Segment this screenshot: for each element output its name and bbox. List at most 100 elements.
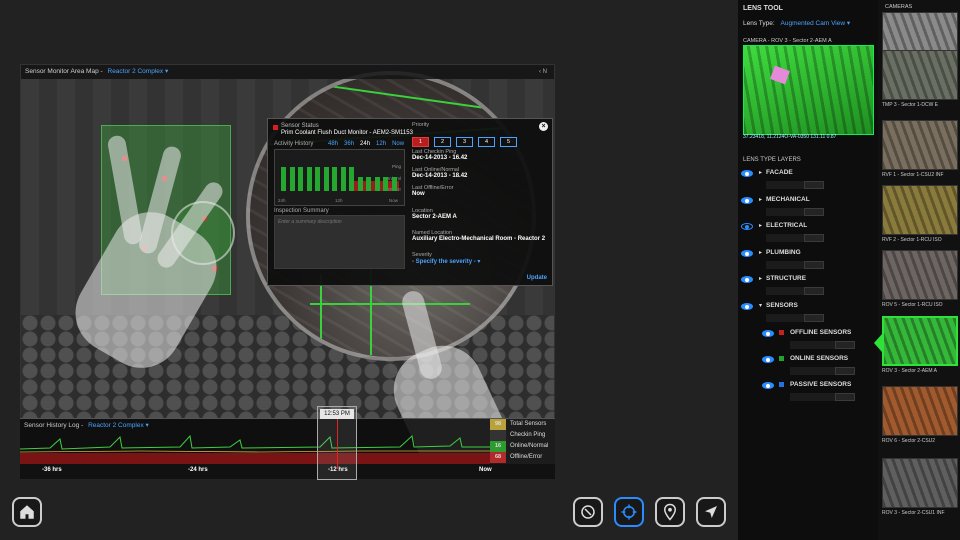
navigate-button[interactable] (696, 497, 726, 527)
eye-icon[interactable] (762, 330, 774, 337)
camera-thumbnail[interactable]: ROV 3 - Sector 2-AEM A (882, 316, 958, 374)
priority-2-button[interactable]: 2 (434, 137, 451, 147)
legend-label: Total Sensors (510, 421, 547, 427)
layer-facade[interactable]: ▸ FACADE (738, 166, 873, 190)
camera-image[interactable] (882, 386, 958, 436)
eye-icon[interactable] (741, 223, 753, 230)
camera-image[interactable] (882, 50, 958, 100)
home-button[interactable] (12, 497, 42, 527)
legend-label: Checkin Ping (510, 432, 546, 438)
layer-toggle[interactable] (804, 207, 824, 216)
history-waveform (20, 434, 490, 464)
structure-outline (310, 303, 470, 305)
layer-sensors[interactable]: ▾ SENSORS (738, 299, 873, 323)
sublayer-name: OFFLINE SENSORS (790, 329, 852, 336)
camera-image[interactable] (882, 458, 958, 508)
chevron-right-icon[interactable]: ▸ (759, 222, 762, 229)
camera-image[interactable] (882, 185, 958, 235)
activity-bar (281, 167, 286, 191)
layer-toggle[interactable] (835, 341, 855, 349)
lens-type-dropdown[interactable]: Augmented Cam View ▾ (781, 20, 851, 27)
layer-toggle[interactable] (804, 287, 824, 295)
camera-caption: ROV 3 - Sector 2-AEM A (882, 368, 938, 374)
sublayer-online-sensors[interactable]: ONLINE SENSORS (738, 352, 873, 376)
camera-thumbnail[interactable]: RVF 1 - Sector 1-CSU2 INF (882, 120, 958, 178)
activity-chart: Ping On/Nml Off/Err 24h 12h Now (274, 149, 405, 206)
range-tab-24h[interactable]: 24h (360, 141, 370, 147)
activity-bar (323, 167, 329, 191)
activity-bar (374, 177, 380, 191)
inspection-summary-label: Inspection Summary (274, 208, 329, 214)
active-camera-indicator (874, 334, 882, 352)
legend-label: Online/Normal (510, 443, 549, 449)
layer-toggle[interactable] (804, 313, 824, 322)
layer-mechanical[interactable]: ▸ MECHANICAL (738, 193, 873, 217)
activity-bar (332, 167, 337, 191)
layer-toggle[interactable] (804, 260, 824, 269)
layer-toggle[interactable] (835, 393, 855, 401)
compass-button[interactable] (573, 497, 603, 527)
last-offline-value: Now (412, 191, 425, 197)
camera-thumbnail[interactable]: ROV 5 - Sector 1-RCU ISO (882, 250, 958, 308)
camera-thumbnail[interactable]: ROV 3 - Sector 2-CSU1 INF (882, 458, 958, 516)
eye-icon[interactable] (741, 196, 753, 204)
chart-axis-end: Now (389, 198, 399, 203)
time-scrubber-handle[interactable]: 12:53 PM (317, 406, 357, 480)
range-tab-12h[interactable]: 12h (376, 141, 386, 147)
layer-toggle[interactable] (804, 181, 824, 189)
range-tab-48h[interactable]: 48h (328, 141, 338, 147)
north-indicator[interactable]: ‹ N (536, 67, 550, 77)
layer-name: SENSORS (766, 301, 798, 309)
range-tab-now[interactable]: Now (392, 141, 404, 147)
severity-dropdown[interactable]: - Specify the severity - ▾ (412, 258, 480, 265)
sensor-history-log[interactable]: Sensor History Log - Reactor 2 Complex ▾… (20, 418, 555, 479)
sensor-color-swatch (779, 382, 784, 387)
camera-image[interactable] (882, 120, 958, 170)
inspection-summary-input[interactable]: Enter a summary description (274, 215, 405, 269)
camera-thumbnail[interactable]: ROV 6 - Sector 2-CSU2 (882, 386, 958, 444)
chevron-right-icon[interactable]: ▸ (759, 196, 762, 203)
camera-label: CAMERA - ROV 3 - Sector 2-AEM A (743, 38, 832, 44)
layer-toggle[interactable] (835, 367, 855, 375)
lens-tool-panel: LENS TOOL Lens Type: Augmented Cam View … (738, 0, 878, 540)
map-pin-button[interactable] (655, 497, 685, 527)
chevron-right-icon[interactable]: ▸ (759, 249, 762, 256)
sensor-status-popup[interactable]: Sensor Status Prim Coolant Flush Duct Mo… (267, 118, 553, 286)
eye-icon[interactable] (741, 249, 753, 257)
history-area-dropdown[interactable]: Reactor 2 Complex ▾ (88, 422, 149, 429)
camera-image[interactable] (882, 250, 958, 300)
layer-structure[interactable]: ▸ STRUCTURE (738, 272, 873, 296)
camera-thumbnail[interactable]: TMP 3 - Sector 1-DCW E (882, 50, 958, 108)
last-online-value: Dec-14-2013 - 18.42 (412, 173, 468, 179)
update-button[interactable]: Update (527, 275, 547, 281)
sublayer-passive-sensors[interactable]: PASSIVE SENSORS (738, 378, 873, 402)
camera-thumbnail[interactable]: RVF 2 - Sector 1-RCU ISO (882, 185, 958, 243)
chevron-right-icon[interactable]: ▸ (759, 169, 762, 176)
range-tab-36h[interactable]: 36h (344, 141, 354, 147)
camera-image[interactable] (882, 316, 958, 366)
chevron-down-icon[interactable]: ▾ (759, 302, 762, 309)
lens-type-row: Lens Type: Augmented Cam View ▾ (743, 19, 850, 27)
layer-plumbing[interactable]: ▸ PLUMBING (738, 246, 873, 270)
eye-icon[interactable] (741, 276, 753, 283)
eye-icon[interactable] (741, 170, 753, 177)
priority-4-button[interactable]: 4 (478, 137, 495, 147)
camera-preview[interactable] (743, 45, 874, 135)
camera-strip: CAMERAS RFV 4 - Sector 1-EXTCU 2TMP 3 - … (878, 0, 960, 540)
layer-electrical[interactable]: ▸ ELECTRICAL (738, 219, 873, 243)
priority-3-button[interactable]: 3 (456, 137, 473, 147)
close-icon[interactable]: × (539, 122, 548, 131)
priority-5-button[interactable]: 5 (500, 137, 517, 147)
priority-1-button[interactable]: 1 (412, 137, 429, 147)
map-area-dropdown[interactable]: Reactor 2 Complex ▾ (108, 68, 169, 75)
sublayer-offline-sensors[interactable]: OFFLINE SENSORS (738, 326, 873, 350)
camera-caption: ROV 5 - Sector 1-RCU ISO (882, 302, 943, 308)
sensor-color-swatch (779, 356, 784, 361)
layer-name: FACADE (766, 169, 793, 176)
target-button[interactable] (614, 497, 644, 527)
eye-icon[interactable] (762, 356, 774, 363)
eye-icon[interactable] (741, 302, 753, 310)
chevron-right-icon[interactable]: ▸ (759, 275, 762, 282)
eye-icon[interactable] (762, 382, 774, 389)
layer-toggle[interactable] (804, 234, 824, 242)
